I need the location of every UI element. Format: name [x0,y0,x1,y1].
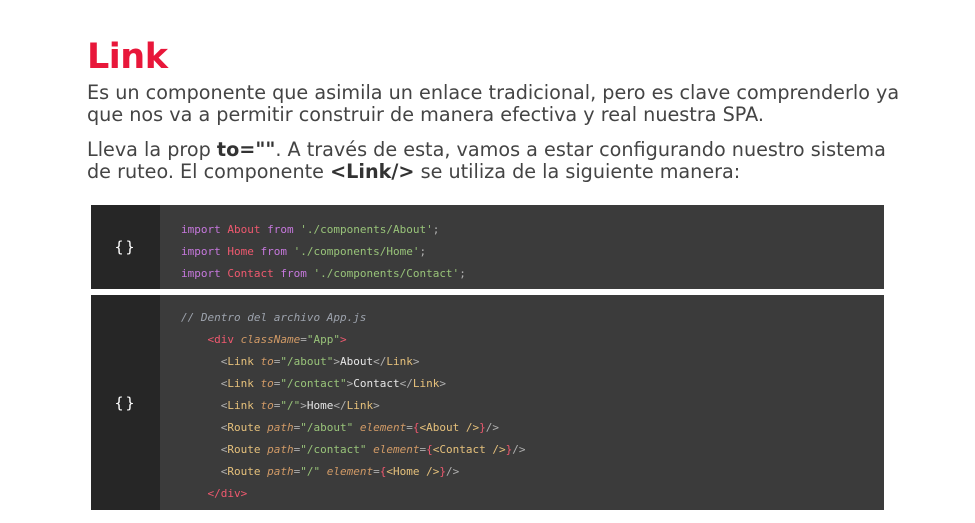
page-title: Link [87,37,168,77]
code-line-import: import About from './components/About'; [181,219,466,241]
from-keyword: from [260,245,288,258]
code-line-link: <Link to="/contact">Contact</Link> [181,373,525,395]
attr-path: path [267,421,294,434]
code-content-app: // Dentro del archivo App.js <div classN… [160,295,525,510]
path-value: "/about" [300,421,354,434]
attr-name: to [260,355,274,368]
attr-value: "/contact" [280,377,347,390]
link-text: Contact [353,377,400,390]
link-component-close: Link [386,355,413,368]
semicolon: ; [419,245,427,258]
attr-value: "App" [306,333,340,346]
code-line-import: import Contact from './components/Contac… [181,263,466,285]
attr-path: path [267,443,294,456]
attr-element: element [359,421,407,434]
link-component: Link [227,399,254,412]
attr-name: to [260,377,274,390]
code-content-imports: import About from './components/About'; … [160,205,466,289]
import-name: About [227,223,261,236]
import-keyword: import [181,267,221,280]
link-component: Link [227,377,254,390]
self-close: /> [485,421,499,434]
gt: > [339,333,347,346]
close-brace: } [439,465,446,478]
code-line-route: <Route path="/about" element={<About />}… [181,417,525,439]
gt: > [439,377,446,390]
link-text: Home [306,399,334,412]
code-line-div-open: <div className="App"> [181,329,525,351]
attr-value: "/about" [280,355,334,368]
import-name: Home [227,245,254,258]
from-keyword: from [280,267,307,280]
close-lt: </ [333,399,347,412]
semicolon: ; [459,267,466,280]
component-name: <Link/> [330,160,415,183]
route-component: Route [227,465,261,478]
gt: > [412,355,420,368]
gt: > [373,399,380,412]
link-component-close: Link [412,377,440,390]
attr-path: path [267,465,294,478]
element-value: <About /> [419,421,480,434]
semicolon: ; [432,223,440,236]
close-lt: </ [399,377,413,390]
attr-element: element [373,443,420,456]
self-close: /> [445,465,460,478]
route-component: Route [227,421,261,434]
code-line-import: import Home from './components/Home'; [181,241,466,263]
import-keyword: import [181,245,221,258]
equals: = [406,421,413,434]
code-block-app: {} // Dentro del archivo App.js <div cla… [91,295,884,510]
close-brace: } [479,421,486,434]
from-keyword: from [267,223,294,236]
gt: > [333,355,340,368]
code-line-div-close: </div> [181,483,525,505]
code-line-link: <Link to="/about">About</Link> [181,351,525,373]
attr-element: element [326,465,374,478]
gt: > [300,399,307,412]
attr-name: to [260,399,274,412]
element-value: <Contact /> [432,443,506,456]
route-component: Route [227,443,261,456]
code-line-route: <Route path="/contact" element={<Contact… [181,439,526,461]
link-text: About [339,355,374,368]
equals: = [300,333,307,346]
code-block-imports: {} import About from './components/About… [91,205,884,289]
import-keyword: import [181,223,221,236]
code-braces-icon: {} [91,295,160,510]
prop-name: to="" [216,138,276,161]
close-lt: </ [373,355,387,368]
import-path: './components/Contact' [313,267,460,280]
div-tag: div [214,333,234,346]
import-path: './components/Home' [293,245,420,258]
intro-paragraph: Es un componente que asimila un enlace t… [87,81,900,126]
path-value: "/" [300,465,321,478]
attr-value: "/" [280,399,301,412]
code-line-route: <Route path="/" element={<Home />}/> [181,461,525,483]
self-close: /> [512,443,526,456]
import-path: './components/About' [300,223,433,236]
path-value: "/contact" [300,443,367,456]
code-comment: // Dentro del archivo App.js [181,311,367,324]
import-name: Contact [227,267,274,280]
div-close-tag: </div> [207,487,248,500]
code-line-link: <Link to="/">Home</Link> [181,395,525,417]
link-component-close: Link [346,399,374,412]
equals: = [373,465,380,478]
attr-name: className [240,333,301,346]
element-value: <Home /> [386,465,440,478]
code-braces-icon: {} [91,205,160,289]
prop-text-1: Lleva la prop [87,138,217,161]
link-component: Link [227,355,254,368]
prop-paragraph: Lleva la prop to="". A través de esta, v… [87,139,907,183]
prop-text-3: se utiliza de la siguiente manera: [414,160,741,183]
open-brace: { [426,443,433,456]
